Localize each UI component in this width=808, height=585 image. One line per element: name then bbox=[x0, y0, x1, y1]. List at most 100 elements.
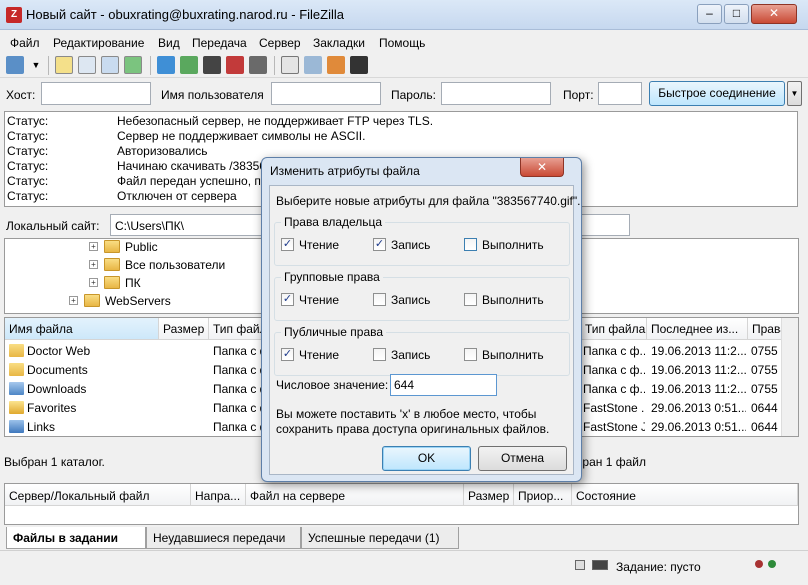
group-execute-checkbox[interactable] bbox=[464, 293, 477, 306]
queue-header-priority[interactable]: Приор... bbox=[514, 484, 572, 506]
group-label: Публичные права bbox=[281, 325, 387, 339]
file-permissions: 0755 bbox=[751, 382, 778, 396]
checkbox-label: Запись bbox=[391, 238, 431, 252]
checkbox-label: Запись bbox=[391, 348, 431, 362]
remote-file-type: Папка с ф... bbox=[583, 363, 645, 377]
log-entry-type: Статус: bbox=[7, 189, 49, 203]
menu-view[interactable]: Вид bbox=[158, 36, 180, 50]
file-name: Documents bbox=[27, 363, 88, 377]
queue-header-size[interactable]: Размер bbox=[464, 484, 514, 506]
refresh-icon[interactable] bbox=[157, 56, 175, 74]
tab-queued-files[interactable]: Файлы в задании bbox=[6, 527, 146, 549]
owner-execute-checkbox[interactable] bbox=[464, 238, 477, 251]
minimize-button[interactable]: – bbox=[697, 4, 722, 24]
file-permissions: 0755 bbox=[751, 363, 778, 377]
maximize-button[interactable]: □ bbox=[724, 4, 749, 24]
cancel-button[interactable]: Отмена bbox=[478, 446, 567, 471]
column-header-modified[interactable]: Последнее из... bbox=[647, 318, 748, 340]
menu-edit[interactable]: Редактирование bbox=[53, 36, 144, 50]
username-input[interactable] bbox=[271, 82, 381, 105]
owner-write-checkbox[interactable]: ✓ bbox=[373, 238, 386, 251]
public-execute-checkbox[interactable] bbox=[464, 348, 477, 361]
group-write-checkbox[interactable] bbox=[373, 293, 386, 306]
toggle-local-tree-icon[interactable] bbox=[78, 56, 96, 74]
toolbar-separator bbox=[48, 56, 49, 75]
menu-help[interactable]: Помощь bbox=[379, 36, 425, 50]
compare-directories-icon[interactable] bbox=[304, 56, 322, 74]
expand-icon[interactable]: + bbox=[89, 242, 98, 251]
toolbar-separator bbox=[274, 56, 275, 75]
host-input[interactable] bbox=[41, 82, 151, 105]
password-label: Пароль: bbox=[391, 88, 436, 102]
menu-file[interactable]: Файл bbox=[10, 36, 40, 50]
cancel-operation-icon[interactable] bbox=[203, 56, 221, 74]
checkbox-label: Чтение bbox=[299, 238, 340, 252]
receive-indicator-icon bbox=[755, 560, 763, 568]
queue-header-server-local-file[interactable]: Сервер/Локальный файл bbox=[5, 484, 191, 506]
public-write-checkbox[interactable] bbox=[373, 348, 386, 361]
column-header-remote-type[interactable]: Тип файла bbox=[581, 318, 647, 340]
quickconnect-dropdown-icon[interactable]: ▼ bbox=[787, 81, 802, 106]
port-input[interactable] bbox=[598, 82, 642, 105]
reconnect-icon[interactable] bbox=[249, 56, 267, 74]
checkbox-label: Выполнить bbox=[482, 348, 544, 362]
owner-read-checkbox[interactable]: ✓ bbox=[281, 238, 294, 251]
expand-icon[interactable]: + bbox=[89, 260, 98, 269]
close-window-button[interactable]: ✕ bbox=[751, 4, 797, 24]
group-permissions-group: Групповые права ✓ Чтение Запись Выполнит… bbox=[274, 270, 570, 321]
numeric-value-input[interactable]: 644 bbox=[390, 374, 497, 396]
file-name: Favorites bbox=[27, 401, 77, 415]
checkbox-label: Выполнить bbox=[482, 293, 544, 307]
toggle-log-icon[interactable] bbox=[55, 56, 73, 74]
column-header-permissions[interactable]: Права bbox=[748, 318, 783, 340]
folder-icon bbox=[104, 258, 120, 271]
queue-header-direction[interactable]: Напра... bbox=[191, 484, 246, 506]
toggle-queue-icon[interactable] bbox=[124, 56, 142, 74]
menu-transfer[interactable]: Передача bbox=[192, 36, 247, 50]
directory-listing-filters-icon[interactable] bbox=[281, 56, 299, 74]
password-input[interactable] bbox=[441, 82, 551, 105]
favorites-star-icon bbox=[9, 401, 24, 414]
disconnect-icon[interactable] bbox=[226, 56, 244, 74]
username-label: Имя пользователя bbox=[161, 88, 264, 102]
expand-icon[interactable]: + bbox=[69, 296, 78, 305]
queue-header-remote-file[interactable]: Файл на сервере bbox=[246, 484, 464, 506]
local-site-label: Локальный сайт: bbox=[6, 219, 100, 233]
site-manager-icon[interactable] bbox=[6, 56, 24, 74]
status-bar: Задание: пусто bbox=[0, 550, 808, 585]
tree-item-label: Все пользователи bbox=[125, 258, 226, 272]
ok-button[interactable]: OK bbox=[382, 446, 471, 471]
column-header-filename[interactable]: Имя файла bbox=[5, 318, 159, 340]
expand-icon[interactable]: + bbox=[89, 278, 98, 287]
quickconnect-button[interactable]: Быстрое соединение bbox=[649, 81, 785, 106]
file-modified: 19.06.2013 11:2... bbox=[651, 344, 746, 358]
log-entry-type: Статус: bbox=[7, 159, 49, 173]
folder-icon bbox=[104, 240, 120, 253]
log-entry-type: Статус: bbox=[7, 144, 49, 158]
process-queue-icon[interactable] bbox=[180, 56, 198, 74]
log-entry-type: Статус: bbox=[7, 174, 49, 188]
site-manager-dropdown-icon[interactable]: ▼ bbox=[30, 56, 42, 74]
dialog-hint-line-2: сохранить права доступа оригинальных фай… bbox=[276, 422, 550, 436]
queue-header-status[interactable]: Состояние bbox=[572, 484, 798, 506]
checkbox-label: Запись bbox=[391, 293, 431, 307]
tab-failed-transfers[interactable]: Неудавшиеся передачи bbox=[146, 527, 301, 549]
group-read-checkbox[interactable]: ✓ bbox=[281, 293, 294, 306]
menu-bar: Файл Редактирование Вид Передача Сервер … bbox=[0, 31, 808, 53]
transfer-queue[interactable]: Сервер/Локальный файл Напра... Файл на с… bbox=[4, 483, 799, 525]
menu-server[interactable]: Сервер bbox=[259, 36, 301, 50]
synchronized-browsing-icon[interactable] bbox=[327, 56, 345, 74]
remote-file-type: Папка с ф... bbox=[583, 382, 645, 396]
toolbar: ▼ bbox=[0, 53, 808, 78]
menu-bookmarks[interactable]: Закладки bbox=[313, 36, 365, 50]
tab-successful-transfers[interactable]: Успешные передачи (1) bbox=[301, 527, 459, 549]
file-list-scrollbar[interactable] bbox=[781, 318, 798, 436]
column-header-size[interactable]: Размер bbox=[159, 318, 209, 340]
public-read-checkbox[interactable]: ✓ bbox=[281, 348, 294, 361]
remote-file-type: Папка с ф... bbox=[583, 344, 645, 358]
toggle-remote-tree-icon[interactable] bbox=[101, 56, 119, 74]
dialog-close-button[interactable]: ✕ bbox=[520, 158, 564, 177]
search-files-icon[interactable] bbox=[350, 56, 368, 74]
group-label: Групповые права bbox=[281, 270, 383, 284]
server-icon bbox=[592, 560, 608, 570]
